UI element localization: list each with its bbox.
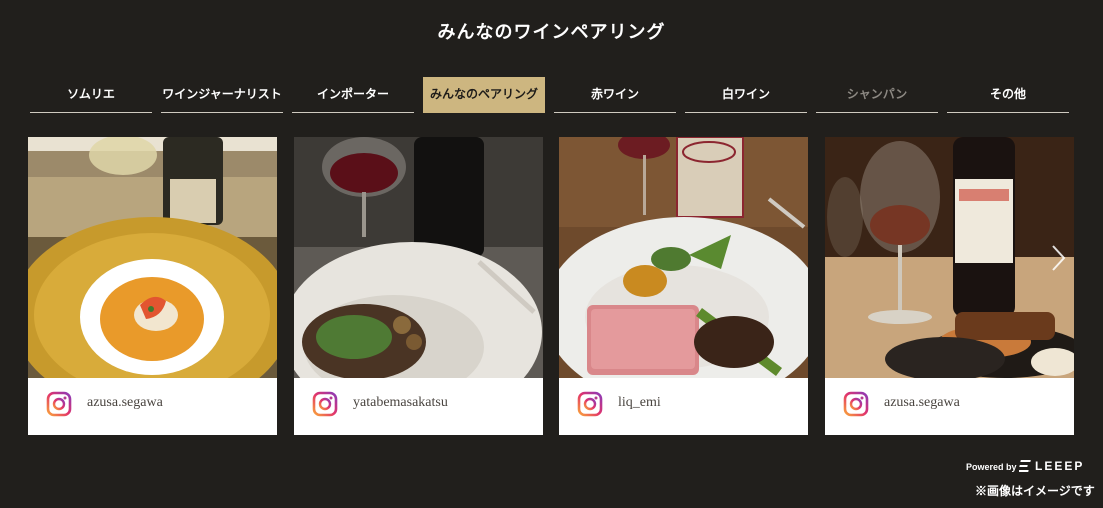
- instagram-username[interactable]: azusa.segawa: [87, 395, 163, 411]
- instagram-icon[interactable]: [577, 391, 603, 417]
- card-footer: azusa.segawa: [28, 378, 277, 435]
- pairing-card[interactable]: liq_emi: [559, 137, 808, 435]
- pairing-photo[interactable]: [28, 137, 277, 378]
- pairing-photo[interactable]: [294, 137, 543, 378]
- image-disclaimer: ※画像はイメージです: [975, 484, 1095, 498]
- leeep-brand[interactable]: LEEEP: [1035, 459, 1084, 473]
- pairing-photo[interactable]: [825, 137, 1074, 378]
- card-footer: azusa.segawa: [825, 378, 1074, 435]
- tab-wine-journalist[interactable]: ワインジャーナリスト: [161, 77, 283, 113]
- powered-by-label: Powered by: [966, 462, 1017, 472]
- leeep-logo-icon: [1019, 460, 1031, 472]
- tab-importer[interactable]: インポーター: [292, 77, 414, 113]
- instagram-icon[interactable]: [843, 391, 869, 417]
- instagram-username[interactable]: liq_emi: [618, 395, 661, 411]
- tab-white-wine[interactable]: 白ワイン: [685, 77, 807, 113]
- carousel-next-arrow-icon[interactable]: [1046, 240, 1070, 276]
- card-footer: liq_emi: [559, 378, 808, 435]
- tab-everyones-pairing[interactable]: みんなのペアリング: [423, 77, 545, 113]
- instagram-username[interactable]: yatabemasakatsu: [353, 395, 448, 411]
- category-tabs: ソムリエ ワインジャーナリスト インポーター みんなのペアリング 赤ワイン 白ワ…: [30, 77, 1070, 114]
- pairing-card[interactable]: yatabemasakatsu: [294, 137, 543, 435]
- tab-sommelier[interactable]: ソムリエ: [30, 77, 152, 113]
- instagram-username[interactable]: azusa.segawa: [884, 395, 960, 411]
- tab-champagne[interactable]: シャンパン: [816, 77, 938, 113]
- pairing-photo[interactable]: [559, 137, 808, 378]
- tab-red-wine[interactable]: 赤ワイン: [554, 77, 676, 113]
- section-title: みんなのワインペアリング: [437, 22, 666, 43]
- card-footer: yatabemasakatsu: [294, 378, 543, 435]
- pairing-card[interactable]: azusa.segawa: [825, 137, 1074, 435]
- instagram-icon[interactable]: [312, 391, 338, 417]
- instagram-icon[interactable]: [46, 391, 72, 417]
- tab-other[interactable]: その他: [947, 77, 1069, 113]
- pairing-card[interactable]: azusa.segawa: [28, 137, 277, 435]
